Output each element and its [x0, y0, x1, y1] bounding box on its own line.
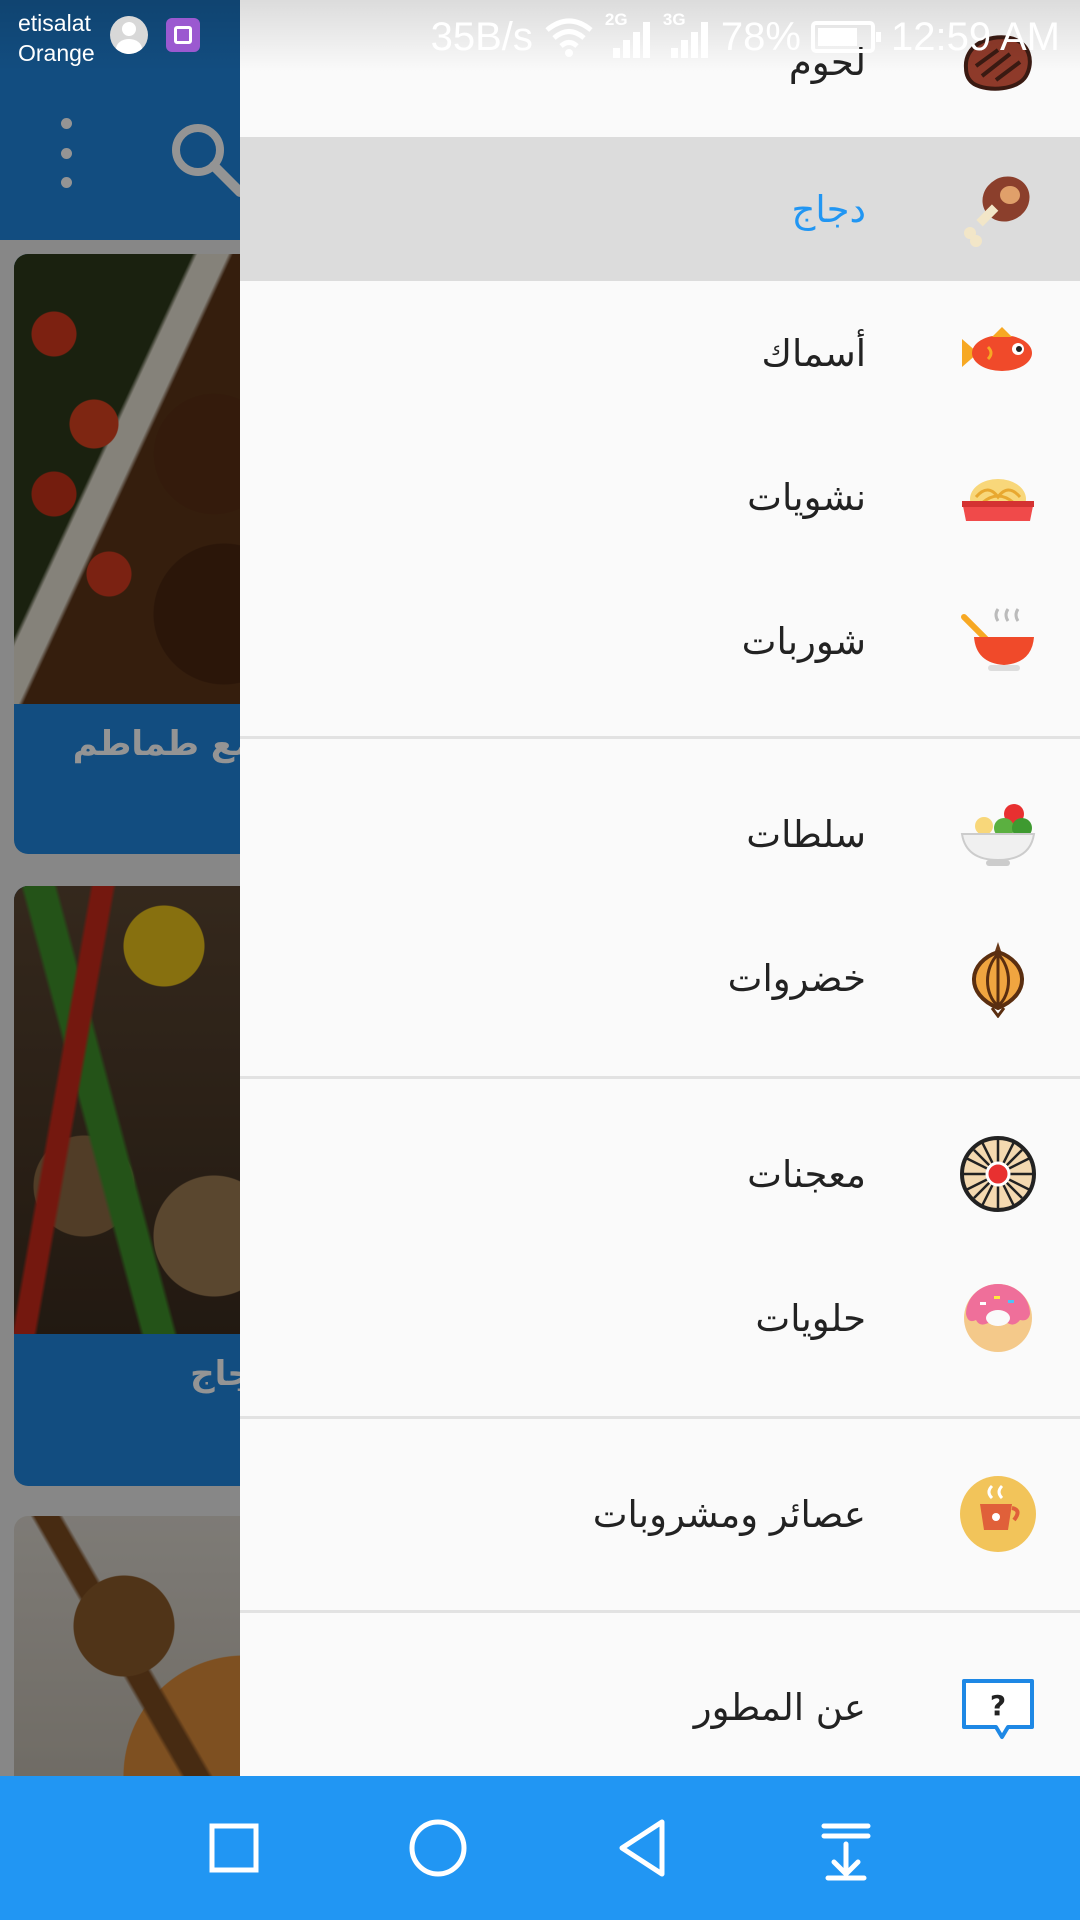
notification-pull-button[interactable] [796, 1798, 896, 1898]
drawer-item-soups[interactable]: شوربات [240, 569, 1080, 713]
account-avatar-icon [110, 16, 148, 54]
drawer-item-label: نشويات [747, 475, 866, 519]
carrier-1: etisalat [18, 10, 91, 36]
drawer-item-label: عن المطور [693, 1685, 866, 1729]
battery-fill [817, 28, 857, 46]
status-bar: etisalat Orange 35B/s 2G 3G 78% 12:59 AM [0, 0, 1080, 72]
gallery-notification-icon [166, 18, 200, 52]
battery-percent: 78% [720, 14, 801, 59]
drawer-item-chicken[interactable]: دجاج [240, 137, 1080, 281]
drawer-item-label: دجاج [791, 187, 866, 231]
battery-icon [810, 21, 881, 53]
pasta-bowl-icon [962, 479, 1034, 521]
sim1-network-type: 2G [604, 10, 628, 29]
carrier-names: etisalat Orange [18, 8, 95, 68]
drawer-item-pastries[interactable]: معجنات [240, 1102, 1080, 1246]
drawer-item-vegetables[interactable]: خضروات [240, 906, 1080, 1050]
drawer-item-salads[interactable]: سلطات [240, 762, 1080, 906]
signal-sim1-icon: 2G [605, 10, 653, 60]
back-button[interactable] [592, 1798, 692, 1898]
recents-button[interactable] [184, 1798, 284, 1898]
drawer-divider [240, 1416, 1080, 1419]
home-button[interactable] [388, 1798, 488, 1898]
drawer-divider [240, 1610, 1080, 1613]
pastry-icon [960, 1136, 1036, 1212]
clock: 12:59 AM [890, 14, 1060, 59]
network-speed: 35B/s [430, 14, 533, 59]
soup-bowl-icon [961, 608, 1034, 671]
sim2-network-type: 3G [662, 10, 686, 29]
drawer-item-label: خضروات [727, 956, 866, 1000]
drawer-item-label: شوربات [741, 619, 866, 663]
drawer-item-label: أسماك [761, 331, 866, 375]
drawer-item-starches[interactable]: نشويات [240, 425, 1080, 569]
hot-drink-icon [960, 1476, 1036, 1552]
drawer-item-label: حلويات [755, 1296, 866, 1340]
svg-text:?: ? [990, 1689, 1006, 1722]
navigation-drawer: لحوم دجاج أسماك نشويات [240, 0, 1080, 1776]
signal-sim2-icon: 3G [663, 10, 711, 60]
drawer-item-fish[interactable]: أسماك [240, 281, 1080, 425]
system-navigation-bar [0, 1776, 1080, 1920]
drawer-item-label: معجنات [747, 1152, 866, 1196]
salad-bowl-icon [960, 804, 1036, 866]
drawer-divider [240, 1076, 1080, 1079]
fish-icon [962, 327, 1032, 371]
drawer-item-drinks[interactable]: عصائر ومشروبات [240, 1442, 1080, 1586]
drawer-item-label: سلطات [746, 812, 866, 856]
status-indicators: 35B/s 2G 3G 78% 12:59 AM [431, 10, 1060, 64]
donut-icon [964, 1284, 1032, 1352]
carrier-2: Orange [18, 40, 95, 66]
drawer-item-label: عصائر ومشروبات [592, 1492, 866, 1536]
question-bubble-icon: ? [962, 1679, 1034, 1739]
drawer-item-about-developer[interactable]: عن المطور ? [240, 1635, 1080, 1776]
onion-icon [972, 942, 1024, 1018]
drawer-item-desserts[interactable]: حلويات [240, 1246, 1080, 1390]
chicken-leg-icon [964, 176, 1030, 247]
wifi-icon [545, 18, 593, 57]
drawer-divider [240, 736, 1080, 739]
